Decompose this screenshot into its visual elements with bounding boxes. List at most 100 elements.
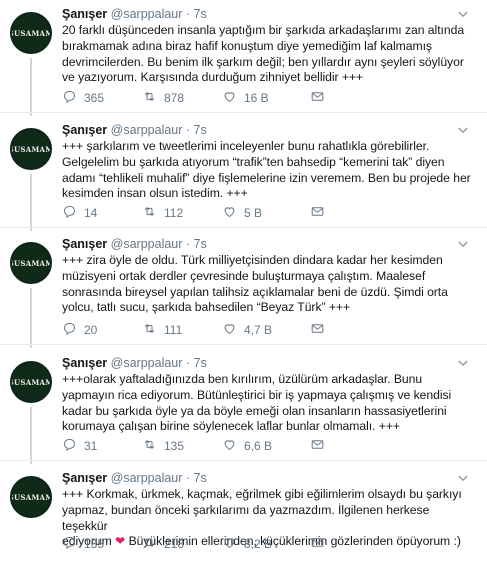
reply-button[interactable]: 31	[62, 438, 97, 454]
tweet-divider	[0, 460, 487, 461]
retweet-button[interactable]: 112	[142, 205, 183, 221]
thread-connector-line	[30, 58, 32, 116]
direct-message-button[interactable]	[310, 205, 325, 221]
retweet-button[interactable]: 878	[142, 90, 184, 106]
tweet-text-line: +++ şarkılarım ve tweetlerimi inceleyenl…	[62, 139, 430, 153]
like-button[interactable]: 6,6 B	[222, 438, 272, 454]
avatar-logo-text: ŞUSAMAM	[10, 28, 52, 38]
author-handle[interactable]: @sarppalaur	[111, 7, 183, 21]
tweet-text-line: sonrasında bireysel yapılan talihsiz açı…	[62, 284, 448, 299]
reply-count: 31	[84, 439, 98, 453]
author-name[interactable]: Şanışer	[62, 237, 107, 251]
reply-button[interactable]: 20	[62, 322, 97, 338]
reply-button[interactable]: 365	[62, 90, 104, 106]
retweet-button[interactable]: 135	[142, 438, 184, 454]
tweet-header: Şanışer @sarppalaur · 7s	[62, 236, 477, 252]
heart-icon	[222, 321, 237, 339]
tweet-time[interactable]: 7s	[194, 471, 207, 485]
reply-icon	[62, 321, 77, 339]
direct-message-button[interactable]	[310, 536, 325, 552]
tweet-time[interactable]: 7s	[194, 7, 207, 21]
author-name[interactable]: Şanışer	[62, 7, 107, 21]
retweet-count: 135	[164, 439, 185, 453]
chevron-down-icon[interactable]	[457, 473, 469, 483]
tweet-text-line: +++ zira öyle de oldu. Türk milliyetçisi…	[62, 253, 443, 267]
tweet-text-line: kadar bu şarkıda öyle ya da böyle emeği …	[62, 403, 447, 418]
tweet-text: +++ zira öyle de oldu. Türk milliyetçisi…	[62, 253, 477, 316]
avatar[interactable]: ŞUSAMAM	[10, 242, 52, 284]
separator-dot: ·	[182, 237, 194, 251]
tweet-text: 20 farklı düşünceden insanla yaptığım bi…	[62, 23, 477, 86]
tweet-text-line: 20 farklı düşünceden insanla yaptığım bi…	[62, 23, 465, 37]
tweet-text-line: yapmayın rica ediyorum. Bütünleştirici b…	[62, 387, 452, 402]
tweet-divider	[0, 112, 487, 113]
tweet-text-line: +++ Korkmak, ürkmek, kaçmak, eğrilmek gi…	[62, 487, 462, 501]
tweet-thread: ŞUSAMAM Şanışer @sarppalaur · 7s 20 farklı…	[0, 0, 487, 565]
heart-icon	[222, 89, 237, 107]
direct-message-button[interactable]	[310, 322, 325, 338]
reply-count: 20	[84, 323, 98, 337]
tweet-text-line: bırakmamak adına biraz hafif konuştum di…	[62, 38, 432, 53]
retweet-icon	[142, 89, 157, 107]
retweet-button[interactable]: 218	[142, 536, 184, 552]
tweet-header: Şanışer @sarppalaur · 7s	[62, 6, 477, 22]
chevron-down-icon[interactable]	[457, 9, 469, 19]
mail-icon	[310, 89, 325, 107]
tweet-divider	[0, 227, 487, 228]
author-handle[interactable]: @sarppalaur	[111, 237, 183, 251]
tweet-text-line: devrimcilerden. Bu benim ilk şarkım deği…	[62, 54, 464, 69]
thread-connector-line	[30, 288, 32, 348]
reply-button[interactable]: 14	[62, 205, 97, 221]
tweet-time[interactable]: 7s	[194, 237, 207, 251]
chevron-down-icon[interactable]	[457, 239, 469, 249]
author-name[interactable]: Şanışer	[62, 356, 107, 370]
avatar-logo-text: ŞUSAMAM	[10, 492, 52, 502]
avatar[interactable]: ŞUSAMAM	[10, 128, 52, 170]
reply-count: 135	[84, 537, 105, 551]
retweet-icon	[142, 437, 157, 455]
tweet-time[interactable]: 7s	[194, 356, 207, 370]
heart-icon	[222, 437, 237, 455]
heart-icon	[222, 535, 237, 553]
chevron-down-icon[interactable]	[457, 125, 469, 135]
author-name[interactable]: Şanışer	[62, 123, 107, 137]
retweet-icon	[142, 204, 157, 222]
like-button[interactable]: 16 B	[222, 90, 269, 106]
tweet-text: +++olarak yaftaladığınızda ben kırılırım…	[62, 372, 477, 435]
tweet-header: Şanışer @sarppalaur · 7s	[62, 122, 477, 138]
author-handle[interactable]: @sarppalaur	[111, 356, 183, 370]
separator-dot: ·	[182, 471, 194, 485]
like-count: 6,6 B	[244, 439, 273, 453]
tweet-time[interactable]: 7s	[194, 123, 207, 137]
tweet-text-line: yolcu, tatlı sucu, şarkıda bahsedilen “B…	[62, 300, 351, 315]
retweet-button[interactable]: 111	[142, 322, 182, 338]
like-button[interactable]: 4,7 B	[222, 322, 272, 338]
retweet-icon	[142, 535, 157, 553]
tweet-text-line: Gelgelelim bu şarkıda atıyorum “trafik”t…	[62, 154, 445, 169]
author-name[interactable]: Şanışer	[62, 471, 107, 485]
chevron-down-icon[interactable]	[457, 358, 469, 368]
avatar[interactable]: ŞUSAMAM	[10, 476, 52, 518]
retweet-count: 218	[164, 537, 185, 551]
tweet-actions: 20 111 4,7 B	[62, 322, 482, 338]
tweet-text: +++ şarkılarım ve tweetlerimi inceleyenl…	[62, 139, 477, 202]
retweet-count: 111	[164, 323, 183, 337]
direct-message-button[interactable]	[310, 438, 325, 454]
author-handle[interactable]: @sarppalaur	[111, 123, 183, 137]
direct-message-button[interactable]	[310, 90, 325, 106]
reply-count: 14	[84, 206, 98, 220]
author-handle[interactable]: @sarppalaur	[111, 471, 183, 485]
thread-connector-line	[30, 174, 32, 231]
reply-icon	[62, 89, 77, 107]
thread-connector-line	[30, 407, 32, 464]
like-button[interactable]: 8,2 B	[222, 536, 272, 552]
reply-button[interactable]: 135	[62, 536, 104, 552]
like-button[interactable]: 5 B	[222, 205, 262, 221]
avatar[interactable]: ŞUSAMAM	[10, 361, 52, 403]
avatar[interactable]: ŞUSAMAM	[10, 12, 52, 54]
reply-icon	[62, 535, 77, 553]
tweet-actions: 31 135 6,6 B	[62, 438, 482, 454]
reply-icon	[62, 204, 77, 222]
tweet-actions: 135 218 8,2 B	[62, 536, 482, 552]
tweet-text-line: kesimden insan olsun istedim. +++	[62, 186, 248, 201]
